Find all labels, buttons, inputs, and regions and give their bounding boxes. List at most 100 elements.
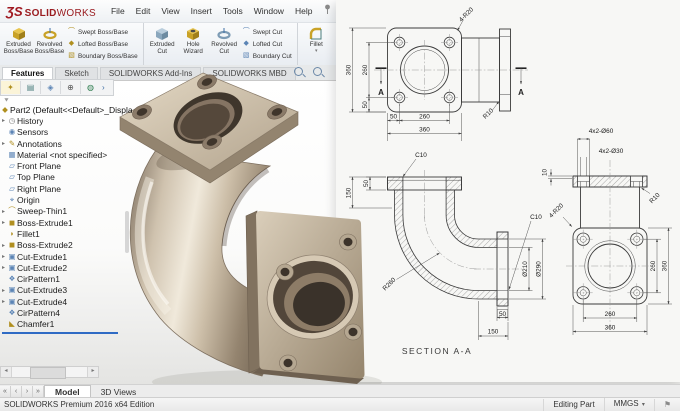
tree-item-sweep-thin1[interactable]: ▸⌒Sweep-Thin1: [0, 206, 132, 217]
tree-item-top-plane[interactable]: ▱Top Plane: [0, 172, 132, 183]
display-manager-tab-icon[interactable]: ◍: [81, 81, 100, 94]
tree-scrollbar-thumb[interactable]: [125, 211, 129, 253]
boundary-boss-base-button[interactable]: ▧Boundary Boss/Base: [67, 52, 138, 60]
extruded-boss-base-button[interactable]: Extruded Boss/Base: [3, 24, 34, 64]
tree-item-material[interactable]: ▦Material <not specified>: [0, 149, 132, 160]
tree-item-annotations[interactable]: ▸✎Annotations: [0, 138, 132, 149]
expand-arrow-icon[interactable]: ▸: [0, 264, 7, 271]
circular-pattern-icon: ❖: [7, 308, 17, 318]
tree-item-right-plane[interactable]: ▱Right Plane: [0, 183, 132, 194]
dim-260: 260: [419, 114, 430, 121]
expand-arrow-icon[interactable]: ▸: [0, 208, 7, 215]
dim-4-r20: 4-R20: [548, 202, 566, 220]
extruded-cut-button[interactable]: Extruded Cut: [147, 24, 178, 64]
tree-item-cut-extrude1[interactable]: ▸▣Cut-Extrude1: [0, 251, 132, 262]
history-icon: ◷: [7, 116, 17, 126]
tree-root-part[interactable]: ◆ Part2 (Default<<Default>_Displa: [0, 104, 132, 115]
lofted-cut-button[interactable]: ◆Lofted Cut: [242, 40, 292, 48]
dim-c10: C10: [415, 152, 427, 159]
tree-item-history[interactable]: ▸◷History: [0, 115, 132, 126]
panel-expand-arrow-icon[interactable]: ›: [102, 83, 105, 92]
tree-item-fillet1[interactable]: ◗Fillet1: [0, 228, 132, 239]
expand-arrow-icon[interactable]: ▸: [0, 219, 7, 226]
tree-item-cirpattern4[interactable]: ❖CirPattern4: [0, 307, 132, 318]
extruded-cut-icon: [154, 26, 170, 42]
menu-insert[interactable]: Insert: [186, 3, 217, 19]
fillet-icon: [308, 26, 324, 42]
cut-group: Extruded Cut Hole Wizard Revolved Cut ⌒S…: [144, 23, 298, 65]
dim-dia290: Ø290: [536, 261, 543, 277]
revolved-cut-button[interactable]: Revolved Cut: [209, 24, 240, 64]
property-manager-tab-icon[interactable]: ▤: [21, 81, 41, 94]
menu-tools[interactable]: Tools: [218, 3, 248, 19]
boundary-cut-icon: ▧: [242, 52, 251, 60]
status-flag-icon[interactable]: ⚑: [654, 399, 680, 411]
section-arrow-label: A: [518, 88, 524, 97]
tree-item-front-plane[interactable]: ▱Front Plane: [0, 160, 132, 171]
section-label: SECTION A-A: [402, 346, 472, 356]
scroll-left-arrow-icon[interactable]: ◂: [1, 367, 12, 377]
solidworks-window: ƷS SOLID WORKS File Edit View Insert Too…: [0, 0, 680, 411]
front-flange[interactable]: [246, 211, 364, 384]
scroll-right-arrow-icon[interactable]: ▸: [87, 367, 98, 377]
swept-cut-button[interactable]: ⌒Swept Cut: [242, 28, 292, 36]
dim-4-r20: 4-R20: [458, 6, 476, 24]
dim-c10: C10: [530, 214, 542, 221]
plane-icon: ▱: [7, 172, 17, 182]
swept-boss-icon: ⌒: [67, 28, 76, 36]
expand-arrow-icon[interactable]: ▸: [0, 253, 7, 260]
boss-extrude-icon: ◼: [7, 218, 17, 228]
annotations-icon: ✎: [7, 139, 17, 149]
3d-model-elbow-part[interactable]: [112, 66, 387, 396]
lofted-boss-base-button[interactable]: ◆Lofted Boss/Base: [67, 40, 138, 48]
solidworks-logo: ƷS SOLID WORKS: [6, 4, 96, 19]
tree-item-cirpattern1[interactable]: ❖CirPattern1: [0, 273, 132, 284]
pin-menu-icon[interactable]: [323, 2, 332, 20]
hole-wizard-button[interactable]: Hole Wizard: [178, 24, 209, 64]
swept-boss-base-button[interactable]: ⌒Swept Boss/Base: [67, 28, 138, 36]
expand-arrow-icon[interactable]: ▸: [0, 298, 7, 305]
scrollbar-thumb[interactable]: [30, 367, 66, 379]
tree-item-chamfer1[interactable]: ◣Chamfer1: [0, 319, 132, 330]
menu-help[interactable]: Help: [290, 3, 317, 19]
fillet-icon: ◗: [7, 229, 17, 239]
fillet-button[interactable]: Fillet ▾: [301, 24, 332, 64]
plane-icon: ▱: [7, 161, 17, 171]
tree-item-boss-extrude2[interactable]: ▸◼Boss-Extrude2: [0, 240, 132, 251]
hole-wizard-icon: [185, 26, 201, 42]
feature-manager-tab-icon[interactable]: ✦: [1, 81, 21, 94]
revolved-boss-base-button[interactable]: Revolved Boss/Base: [34, 24, 65, 64]
tree-item-sensors[interactable]: ◉Sensors: [0, 127, 132, 138]
dimxpert-manager-tab-icon[interactable]: ⊕: [61, 81, 81, 94]
lofted-boss-icon: ◆: [67, 40, 76, 48]
expand-arrow-icon[interactable]: ▸: [0, 242, 7, 249]
chamfer-icon: ◣: [7, 319, 17, 329]
dim-260: 260: [650, 260, 657, 271]
lofted-cut-icon: ◆: [242, 40, 251, 48]
editing-mode-label: Editing Part: [543, 399, 603, 411]
edition-label: SOLIDWORKS Premium 2016 x64 Edition: [4, 400, 154, 409]
dim-360: 360: [662, 260, 669, 271]
panel-horizontal-scrollbar[interactable]: ◂ ▸: [0, 366, 99, 378]
expand-arrow-icon[interactable]: ▸: [0, 140, 7, 147]
rollback-bar[interactable]: [2, 332, 118, 334]
dim-360: 360: [419, 127, 430, 134]
expand-arrow-icon[interactable]: ▸: [0, 117, 7, 124]
boundary-cut-button[interactable]: ▧Boundary Cut: [242, 52, 292, 60]
units-selector[interactable]: MMGS ▾: [604, 398, 654, 411]
menu-file[interactable]: File: [106, 3, 130, 19]
tree-item-cut-extrude4[interactable]: ▸▣Cut-Extrude4: [0, 296, 132, 307]
revolved-boss-icon: [42, 26, 58, 42]
tree-item-boss-extrude1[interactable]: ▸◼Boss-Extrude1: [0, 217, 132, 228]
menu-items: File Edit View Insert Tools Window Help: [106, 3, 317, 19]
tree-item-cut-extrude2[interactable]: ▸▣Cut-Extrude2: [0, 262, 132, 273]
menu-edit[interactable]: Edit: [131, 3, 156, 19]
tree-item-cut-extrude3[interactable]: ▸▣Cut-Extrude3: [0, 285, 132, 296]
expand-arrow-icon[interactable]: ▸: [0, 287, 7, 294]
menu-window[interactable]: Window: [249, 3, 289, 19]
configuration-manager-tab-icon[interactable]: ◈: [41, 81, 61, 94]
tree-item-origin[interactable]: ⌖Origin: [0, 194, 132, 205]
filter-funnel-icon[interactable]: ▼: [3, 98, 132, 104]
menu-view[interactable]: View: [156, 3, 184, 19]
plane-icon: ▱: [7, 184, 17, 194]
